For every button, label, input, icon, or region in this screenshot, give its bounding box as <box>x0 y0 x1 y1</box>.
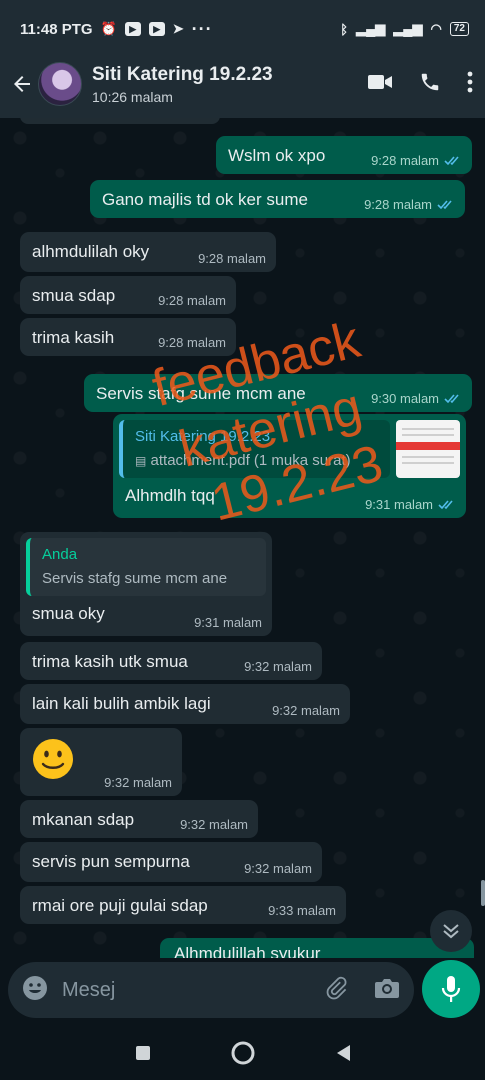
message-text: lain kali bulih ambik lagi <box>32 694 211 713</box>
quoted-text: Servis stafg sume mcm ane <box>42 570 228 587</box>
message-time: 9:28 malam <box>371 153 439 168</box>
message-bubble[interactable]: trima kasih 9:28 malam <box>20 318 236 356</box>
bluetooth-icon: ᛒ <box>340 21 349 37</box>
message-bubble[interactable]: 9:32 malam <box>20 728 182 796</box>
message-bubble[interactable]: Wslm ok xpo 9:28 malam <box>216 136 472 174</box>
back-button[interactable] <box>335 1044 351 1067</box>
battery-indicator: 72 <box>449 22 469 36</box>
message-text: Servis stafg sume mcm ane <box>96 384 306 403</box>
mic-icon <box>441 976 461 1002</box>
signal-icon: ▂▄▆ <box>393 21 423 36</box>
youtube-icon: ▶ <box>148 22 165 36</box>
contact-name: Siti Katering 19.2.23 <box>92 63 273 85</box>
message-text: smua oky <box>32 604 105 623</box>
message-text: Alhmdlh tqq <box>125 486 215 505</box>
document-thumbnail[interactable] <box>396 420 460 478</box>
home-button[interactable] <box>231 1041 255 1070</box>
quoted-doc: ▤ attachment.pdf (1 muka surat) <box>135 452 351 469</box>
message-placeholder: Mesej <box>62 978 116 1001</box>
quoted-message[interactable]: Siti Katering 19.2.23 ▤ attachment.pdf (… <box>119 420 390 478</box>
message-time: 9:28 malam <box>364 197 432 212</box>
message-bubble[interactable]: Alhmdulillah syukur <box>160 938 474 960</box>
message-text: Gano majlis td ok ker sume <box>102 190 308 209</box>
chat-header: Siti Katering 19.2.23 10:26 malam <box>0 50 485 118</box>
message-time: 9:32 malam <box>244 659 312 674</box>
message-text: rmai ore puji gulai sdap <box>32 896 208 915</box>
telegram-icon: ➤ <box>172 21 184 36</box>
camera-icon[interactable] <box>374 977 400 1004</box>
message-bubble[interactable]: trima kasih utk smua 9:32 malam <box>20 642 322 680</box>
read-tick-icon <box>444 156 459 166</box>
message-text: trima kasih utk smua <box>32 652 188 671</box>
read-tick-icon <box>444 394 459 404</box>
system-nav-bar <box>0 1030 485 1080</box>
message-text: mkanan sdap <box>32 810 135 829</box>
alarm-icon: ⏰ <box>100 21 117 36</box>
last-seen: 10:26 malam <box>92 88 173 105</box>
message-bubble[interactable] <box>20 118 220 124</box>
contact-info[interactable]: Siti Katering 19.2.23 10:26 malam <box>92 64 273 105</box>
message-time: 9:28 malam <box>158 293 226 308</box>
wifi-icon: ◠ <box>430 21 442 36</box>
scrollbar[interactable] <box>481 880 485 906</box>
emoji-icon[interactable] <box>22 975 48 1006</box>
message-bubble[interactable]: Siti Katering 19.2.23 ▤ attachment.pdf (… <box>113 414 466 518</box>
document-icon: ▤ <box>135 454 147 468</box>
more-vert-icon[interactable] <box>467 71 473 98</box>
message-time: 9:28 malam <box>198 251 266 266</box>
message-text: smua sdap <box>32 286 116 305</box>
message-bubble[interactable]: mkanan sdap 9:32 malam <box>20 800 258 838</box>
status-time: 11:48 PTG <box>20 20 93 38</box>
scroll-to-bottom-button[interactable] <box>430 910 472 952</box>
message-time: 9:31 malam <box>365 497 433 512</box>
message-bubble[interactable]: Servis stafg sume mcm ane 9:30 malam <box>84 374 472 412</box>
message-time: 9:32 malam <box>104 775 172 790</box>
read-tick-icon <box>438 500 453 510</box>
message-bubble[interactable]: smua sdap 9:28 malam <box>20 276 236 314</box>
message-input[interactable]: Mesej <box>8 962 414 1018</box>
message-time: 9:33 malam <box>268 903 336 918</box>
message-text: servis pun sempurna <box>32 852 190 871</box>
message-bubble[interactable]: Anda Servis stafg sume mcm ane smua oky … <box>20 532 272 636</box>
message-time: 9:28 malam <box>158 335 226 350</box>
phone-icon[interactable] <box>419 71 441 98</box>
slightly-smiling-face-icon <box>33 739 73 779</box>
message-bubble[interactable]: servis pun sempurna 9:32 malam <box>20 842 322 882</box>
back-arrow-icon[interactable] <box>8 70 36 98</box>
read-tick-icon <box>437 200 452 210</box>
message-text: Wslm ok xpo <box>228 146 326 165</box>
signal-icon: ▂▄▆ <box>356 21 386 36</box>
quoted-author: Anda <box>42 546 78 563</box>
message-time: 9:30 malam <box>371 391 439 406</box>
message-time: 9:32 malam <box>272 703 340 718</box>
recents-button[interactable] <box>135 1045 151 1066</box>
chevron-double-down-icon <box>443 924 459 939</box>
youtube-icon: ▶ <box>124 22 141 36</box>
quoted-message[interactable]: Anda Servis stafg sume mcm ane <box>26 538 266 596</box>
chat-area[interactable]: Wslm ok xpo 9:28 malam Gano majlis td ok… <box>0 118 485 960</box>
avatar[interactable] <box>38 62 82 106</box>
message-time: 9:32 malam <box>180 817 248 832</box>
message-text: trima kasih <box>32 328 115 347</box>
message-bubble[interactable]: lain kali bulih ambik lagi 9:32 malam <box>20 684 350 724</box>
message-text: alhmdulilah oky <box>32 242 150 261</box>
video-call-icon[interactable] <box>367 72 393 97</box>
message-bubble[interactable]: Gano majlis td ok ker sume 9:28 malam <box>90 180 465 218</box>
quoted-author: Siti Katering 19.2.23 <box>135 428 271 445</box>
attach-icon[interactable] <box>324 975 348 1006</box>
composer: Mesej <box>0 958 485 1028</box>
message-bubble[interactable]: rmai ore puji gulai sdap 9:33 malam <box>20 886 346 924</box>
more-notifications-icon: ··· <box>191 19 213 39</box>
quoted-text: attachment.pdf (1 muka surat) <box>150 452 351 469</box>
mic-button[interactable] <box>422 960 480 1018</box>
message-bubble[interactable]: alhmdulilah oky 9:28 malam <box>20 232 276 272</box>
message-time: 9:32 malam <box>244 861 312 876</box>
message-time: 9:31 malam <box>194 615 262 630</box>
